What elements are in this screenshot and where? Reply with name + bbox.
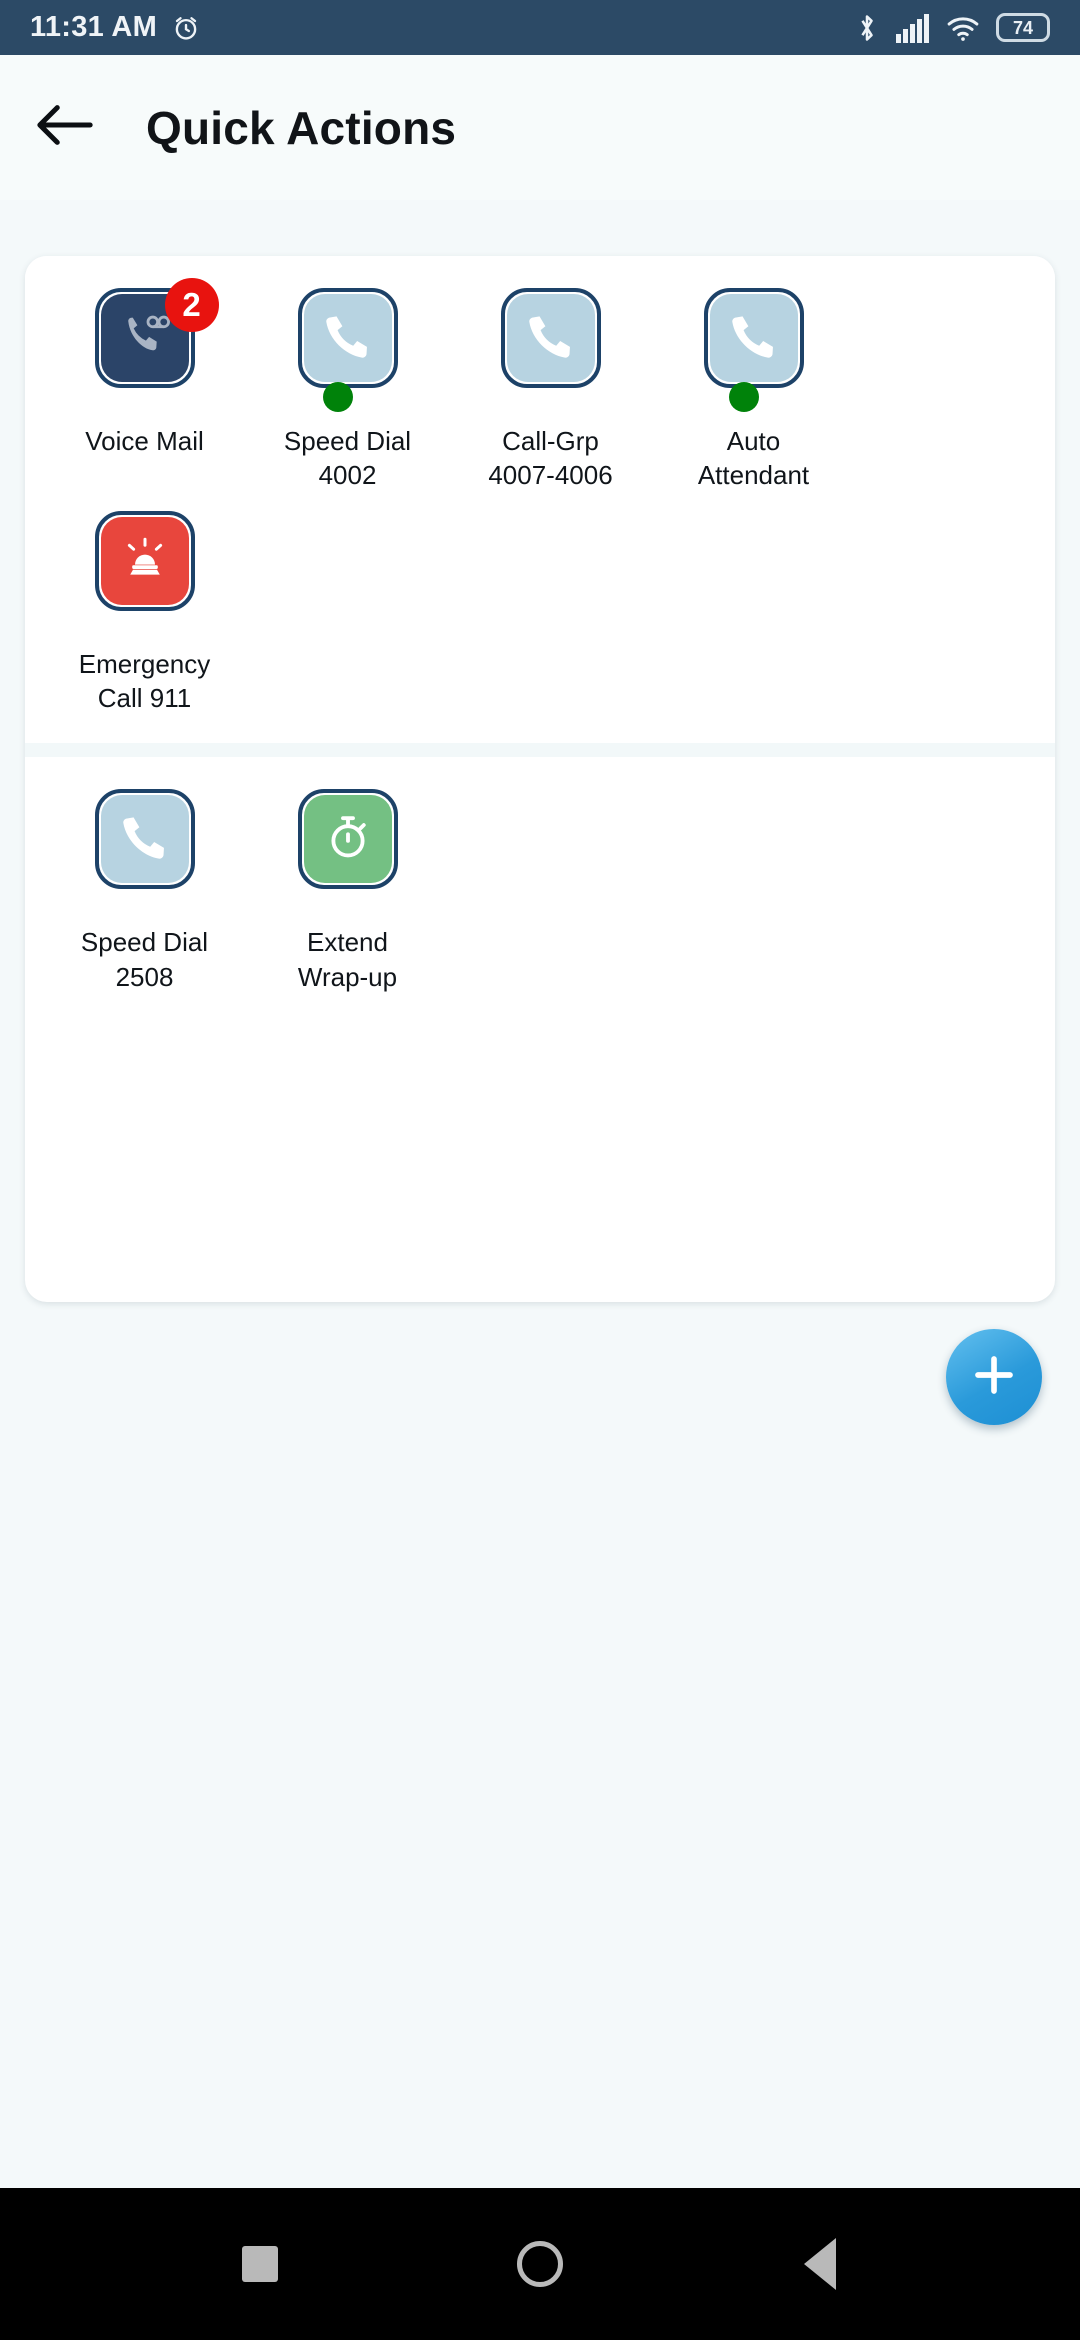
add-quick-action-fab[interactable] (946, 1329, 1042, 1425)
tile-border (703, 288, 804, 388)
tile-fill (100, 795, 189, 884)
quick-action-label: Auto Attendant (697, 426, 810, 491)
tile-fill (303, 294, 392, 382)
tile-border (500, 288, 601, 388)
phone-screen: 11:31 AM 74 Quick Actions 2 Voice Mail S… (0, 0, 1080, 2340)
phone-icon (526, 311, 576, 366)
tile-fill (506, 294, 595, 382)
wifi-icon (946, 13, 980, 43)
quick-action-label: Voice Mail (85, 426, 204, 456)
quick-action-speed-dial-2508[interactable]: Speed Dial 2508 (43, 781, 246, 1004)
tile-wrapper (75, 503, 215, 633)
tile-wrapper (684, 280, 824, 412)
quick-action-label: Speed Dial 4002 (283, 426, 412, 491)
nav-back-button[interactable] (760, 2204, 880, 2324)
page-title: Quick Actions (146, 101, 457, 154)
bluetooth-icon (854, 12, 880, 44)
tile-wrapper (75, 781, 215, 911)
square-recents-icon (242, 2246, 278, 2282)
quick-action-grid-2: Speed Dial 2508 Extend Wrap-up (25, 781, 1055, 1004)
tile-fill (303, 795, 392, 884)
triangle-back-icon (804, 2238, 836, 2290)
quick-action-emergency-call[interactable]: Emergency Call 911 (43, 503, 246, 726)
quick-action-grid-1: 2 Voice Mail Speed Dial 4002 Call-Grp 40… (25, 278, 1055, 726)
quick-actions-card: 2 Voice Mail Speed Dial 4002 Call-Grp 40… (25, 256, 1055, 1302)
phone-icon (120, 812, 170, 867)
recents-button[interactable] (200, 2204, 320, 2324)
android-nav-bar (0, 2188, 1080, 2340)
phone-icon (323, 311, 373, 366)
status-bar: 11:31 AM 74 (0, 0, 1080, 55)
tile-border (297, 288, 398, 388)
alarm-clock-icon (171, 13, 201, 43)
quick-action-call-grp[interactable]: Call-Grp 4007-4006 (449, 280, 652, 503)
quick-action-extend-wrap-up[interactable]: Extend Wrap-up (246, 781, 449, 1004)
tile-wrapper: 2 (75, 278, 219, 410)
stopwatch-icon (323, 812, 373, 867)
quick-action-auto-attendant[interactable]: Auto Attendant (652, 280, 855, 503)
battery-indicator: 74 (996, 13, 1050, 42)
back-button[interactable] (10, 73, 120, 183)
quick-action-label: Call-Grp 4007-4006 (488, 426, 613, 491)
quick-action-label: Speed Dial 2508 (80, 927, 209, 992)
quick-actions-section-2: Speed Dial 2508 Extend Wrap-up (25, 757, 1055, 1022)
quick-action-speed-dial-4002[interactable]: Speed Dial 4002 (246, 280, 449, 503)
tile-border (94, 789, 195, 890)
tile-fill (100, 516, 189, 605)
quick-action-label: Extend Wrap-up (297, 927, 398, 992)
back-arrow-icon (36, 103, 94, 152)
circle-home-icon (517, 2241, 563, 2287)
phone-icon (729, 311, 779, 366)
tile-wrapper (278, 280, 418, 412)
cellular-signal-icon (896, 13, 930, 43)
quick-action-voice-mail[interactable]: 2 Voice Mail (43, 278, 246, 503)
tile-border (94, 510, 195, 611)
quick-action-label: Emergency Call 911 (78, 648, 211, 713)
status-bar-right: 74 (854, 12, 1050, 44)
quick-actions-section-1: 2 Voice Mail Speed Dial 4002 Call-Grp 40… (25, 256, 1055, 744)
status-bar-left: 11:31 AM (30, 11, 201, 44)
unread-badge: 2 (164, 278, 219, 332)
tile-wrapper (278, 781, 418, 911)
plus-icon (968, 1349, 1020, 1406)
tile-wrapper (481, 280, 621, 410)
tile-border (297, 789, 398, 890)
emergency-siren-icon (119, 532, 171, 589)
voicemail-icon (119, 310, 171, 367)
presence-dot (728, 382, 759, 412)
app-bar: Quick Actions (0, 55, 1080, 200)
section-divider (25, 743, 1055, 758)
status-bar-clock: 11:31 AM (30, 11, 158, 43)
home-button[interactable] (480, 2204, 600, 2324)
battery-level: 74 (1012, 17, 1034, 38)
tile-fill (709, 294, 798, 382)
presence-dot (322, 382, 353, 412)
